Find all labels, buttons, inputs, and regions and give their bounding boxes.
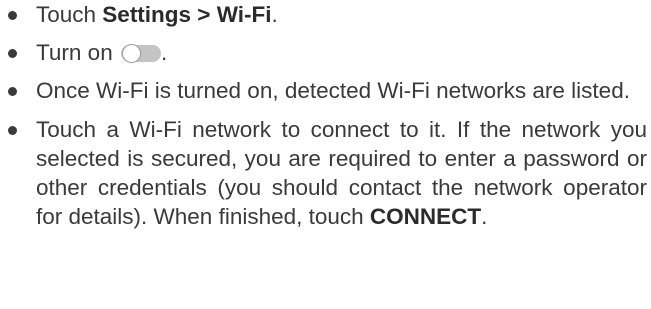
wifi-steps-list: Touch Settings > Wi-Fi. Turn on . Once W… [0, 0, 651, 241]
instruction-page: Touch Settings > Wi-Fi. Turn on . Once W… [0, 0, 651, 309]
step-punctuation: . [160, 40, 168, 65]
switch-off-icon [120, 44, 161, 63]
settings-wifi-path: Settings > Wi-Fi [102, 2, 272, 27]
step-text: Touch a Wi-Fi network to connect to it. … [36, 117, 647, 229]
list-item: Touch Settings > Wi-Fi. [0, 0, 651, 29]
switch-knob [121, 44, 141, 63]
list-item: Once Wi-Fi is turned on, detected Wi-Fi … [0, 76, 651, 105]
step-text: Touch [36, 2, 103, 27]
connect-label: CONNECT [369, 204, 482, 229]
step-punctuation: . [271, 2, 278, 27]
bullet-icon [8, 49, 17, 58]
step-text: Once Wi-Fi is turned on, detected Wi-Fi … [36, 78, 630, 103]
list-item: Touch a Wi-Fi network to connect to it. … [0, 115, 651, 231]
bullet-icon [8, 11, 17, 20]
bullet-icon [8, 126, 17, 135]
list-item: Turn on . [0, 38, 651, 67]
step-text: Turn on [36, 40, 119, 65]
step-punctuation: . [481, 204, 488, 229]
bullet-icon [8, 87, 17, 96]
